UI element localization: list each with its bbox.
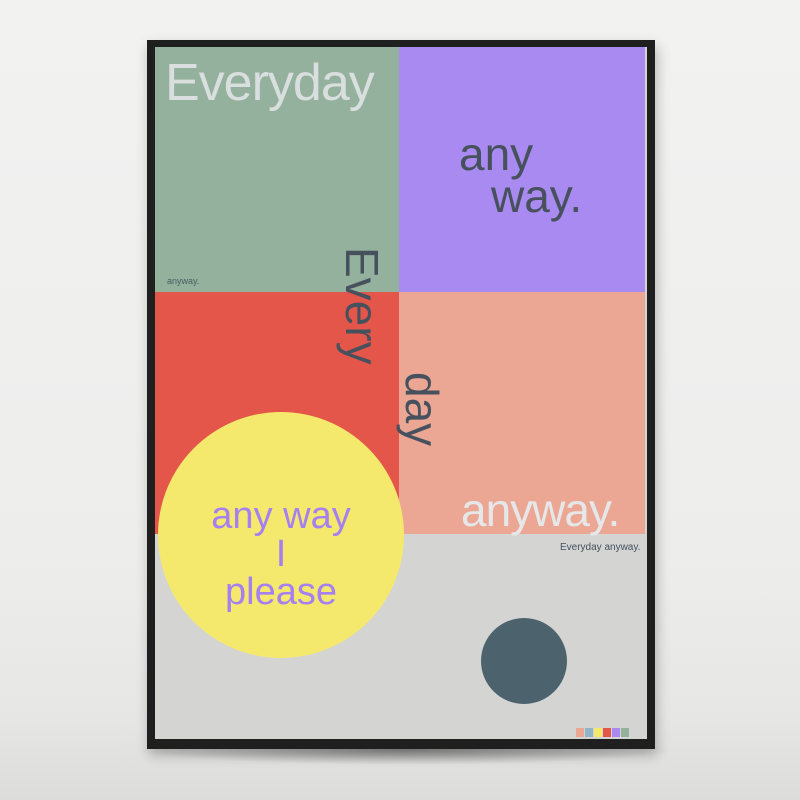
every-vertical: Every [336, 247, 388, 365]
swatch-6 [621, 728, 629, 737]
way-word: way. [491, 170, 583, 223]
swatch-3 [594, 728, 602, 737]
dark-circle [481, 618, 567, 704]
anyway-salmon-text: anyway. [461, 484, 620, 536]
color-swatches [576, 728, 630, 737]
circle-line-1: any way [211, 495, 351, 537]
circle-text: any way I please [158, 497, 404, 611]
circle-line-2: I [275, 533, 287, 575]
circle-line-3: please [225, 571, 337, 613]
poster: Everyday anyway. any way. Every day anyw… [155, 47, 647, 739]
swatch-2 [585, 728, 593, 737]
small-anyway-label: anyway. [167, 276, 200, 286]
swatch-4 [603, 728, 611, 737]
tagline: Everyday anyway. [560, 542, 641, 553]
swatch-5 [612, 728, 620, 737]
any-way-stack: any way. [459, 131, 583, 223]
headline-everyday: Everyday [165, 54, 375, 112]
swatch-1 [576, 728, 584, 737]
day-vertical: day [396, 372, 448, 447]
